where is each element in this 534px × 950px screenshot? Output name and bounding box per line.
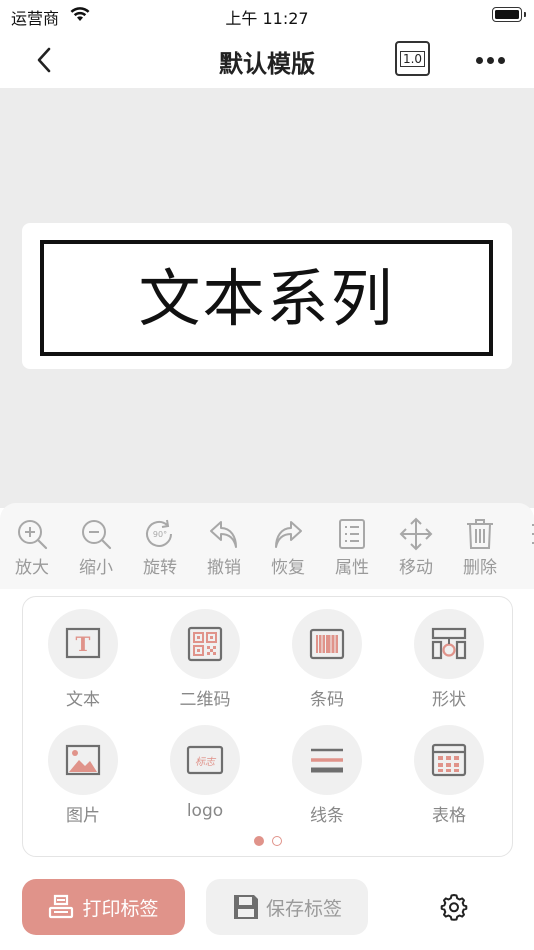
more-dot-icon (475, 56, 483, 64)
rotate-icon-text: 90° (153, 530, 167, 539)
text-icon: T (65, 627, 101, 659)
undo-button[interactable]: 撤销 (192, 517, 256, 578)
rotate-button[interactable]: 90° 旋转 (128, 517, 192, 578)
add-image-button[interactable]: 图片 (33, 725, 133, 826)
element-label: 线条 (310, 806, 344, 826)
save-label-text: 保存标签 (265, 897, 342, 920)
move-icon (399, 517, 433, 551)
zoom-level-button[interactable]: 1.0 (395, 41, 430, 76)
print-label-button[interactable]: 打印标签 (22, 879, 185, 935)
page-dot-active[interactable] (253, 836, 264, 846)
toolbar-label: 放大 (15, 558, 49, 578)
zoom-in-icon (18, 520, 48, 550)
qrcode-icon (187, 626, 223, 662)
toolbar-label: 属性 (335, 558, 369, 578)
move-button[interactable]: 移动 (384, 517, 448, 578)
barcode-icon (309, 628, 345, 660)
page-indicator[interactable] (23, 836, 512, 846)
add-qrcode-button[interactable]: 二维码 (155, 609, 255, 710)
print-label-text: 打印标签 (82, 897, 159, 920)
add-shape-button[interactable]: 形状 (399, 609, 499, 710)
gear-icon (440, 894, 468, 921)
element-label: 文本 (66, 690, 100, 710)
page-title: 默认模版 (219, 50, 315, 78)
element-label: logo (186, 801, 224, 821)
toolbar-label: 旋转 (143, 558, 177, 578)
label-border: 文本系列 (40, 240, 493, 356)
printer-icon (49, 894, 74, 919)
shape-icon (431, 627, 467, 660)
add-table-button[interactable]: 表格 (399, 725, 499, 826)
redo-button[interactable]: 恢复 (256, 517, 320, 578)
save-label-button[interactable]: 保存标签 (206, 879, 368, 935)
zoom-in-button[interactable]: 放大 (0, 517, 64, 578)
properties-button[interactable]: 属性 (320, 517, 384, 578)
label-preview[interactable]: 文本系列 (22, 223, 512, 369)
more-dot-icon (486, 56, 494, 64)
clock: 上午 11:27 (225, 9, 309, 28)
align-button[interactable]: 对 (512, 517, 534, 578)
elements-panel: T 文本 二维码 条码 形状 图片 标志 logo 线条 表格 (22, 596, 513, 857)
more-dot-icon (497, 56, 505, 64)
settings-button[interactable] (437, 890, 471, 924)
add-logo-button[interactable]: 标志 logo (155, 725, 255, 821)
zoom-level-value: 1.0 (399, 50, 426, 67)
page-dot[interactable] (271, 836, 282, 846)
toolbar-label: 删除 (463, 558, 497, 578)
undo-icon (210, 521, 237, 548)
add-text-button[interactable]: T 文本 (33, 609, 133, 710)
zoom-out-icon (82, 520, 112, 550)
element-label: 形状 (432, 690, 466, 710)
add-line-button[interactable]: 线条 (277, 725, 377, 826)
editor-canvas[interactable]: 文本系列 (0, 88, 534, 508)
more-button[interactable] (472, 48, 508, 72)
properties-icon (339, 519, 365, 549)
zoom-out-button[interactable]: 缩小 (64, 517, 128, 578)
toolbar-label: 缩小 (79, 558, 113, 578)
text-icon-glyph: T (76, 632, 91, 656)
toolbar-label: 移动 (399, 558, 433, 578)
delete-button[interactable]: 删除 (448, 517, 512, 578)
delete-icon (467, 519, 493, 549)
line-icon (311, 748, 343, 773)
status-bar: 运营商 上午 11:27 (0, 0, 534, 32)
toolbar-label: 恢复 (271, 558, 305, 578)
toolbar-label: 撤销 (207, 558, 241, 578)
add-barcode-button[interactable]: 条码 (277, 609, 377, 710)
logo-icon: 标志 (186, 745, 224, 775)
element-label: 条码 (310, 690, 344, 710)
toolbar-label: 对 (512, 553, 534, 578)
image-icon (65, 744, 101, 776)
element-label: 二维码 (179, 690, 231, 710)
redo-icon (275, 521, 302, 548)
logo-icon-text: 标志 (195, 756, 217, 768)
label-text-element[interactable]: 文本系列 (138, 248, 394, 348)
align-icon (532, 524, 534, 544)
nav-bar: 默认模版 1.0 (0, 32, 534, 88)
table-icon (431, 743, 467, 777)
edit-toolbar: 放大 缩小 90° 旋转 撤销 恢复 属性 移动 删除 对 (0, 503, 534, 589)
element-label: 表格 (432, 806, 466, 826)
rotate-icon: 90° (146, 519, 172, 547)
save-icon (233, 895, 258, 919)
element-label: 图片 (66, 806, 100, 826)
battery-icon (492, 7, 526, 22)
